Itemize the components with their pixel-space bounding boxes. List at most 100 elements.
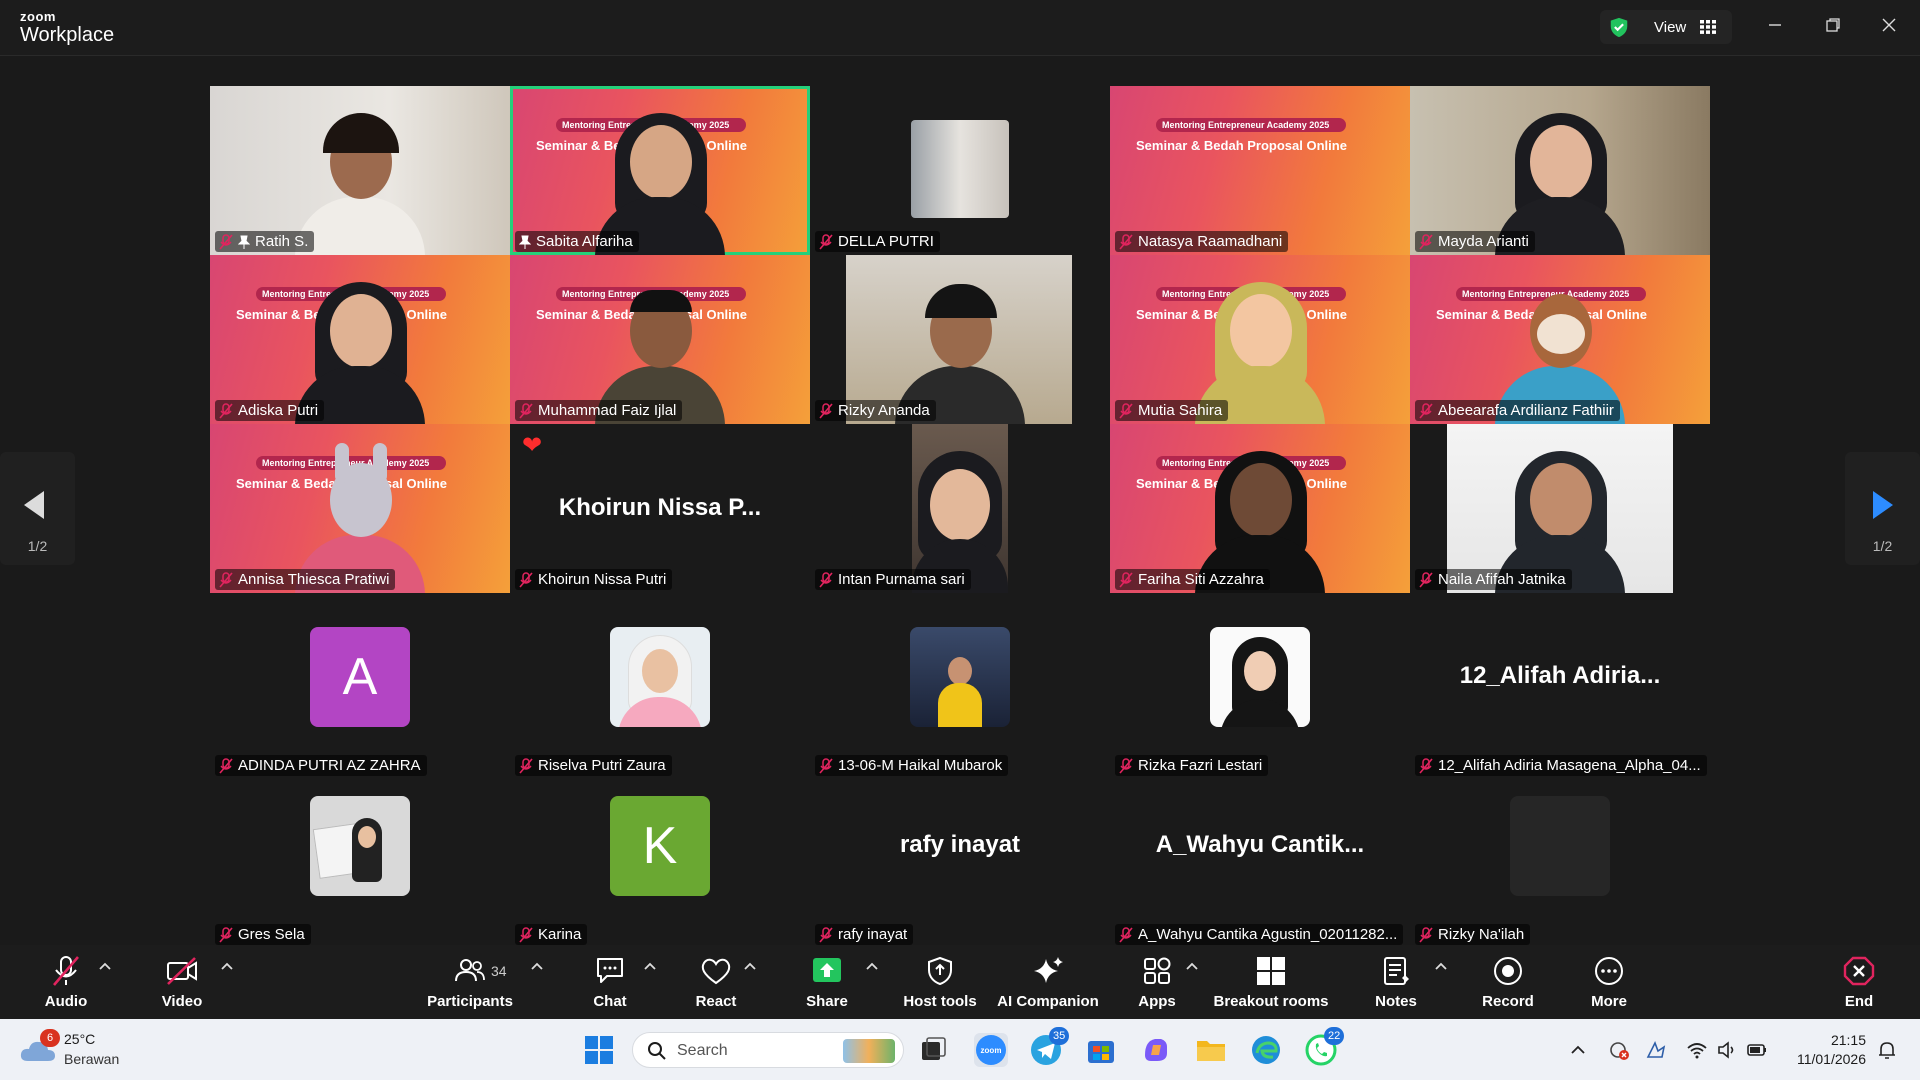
participant-name: Fariha Siti Azzahra xyxy=(1138,571,1264,588)
participant-name: Rizky Na'ilah xyxy=(1438,926,1525,943)
next-page-button[interactable]: 1/2 xyxy=(1845,452,1920,565)
ai-companion-button[interactable]: AI Companion xyxy=(993,955,1103,1015)
close-button[interactable] xyxy=(1876,14,1902,40)
taskbar-file-explorer[interactable] xyxy=(1194,1033,1228,1067)
volume-icon[interactable] xyxy=(1716,1039,1738,1061)
end-call-icon xyxy=(1843,956,1875,986)
participant-name: Ratih S. xyxy=(255,233,309,250)
video-tile[interactable]: Gres Sela xyxy=(210,779,510,948)
video-tile[interactable]: A_Wahyu Cantik... A_Wahyu Cantika Agusti… xyxy=(1110,779,1410,948)
mic-muted-icon xyxy=(819,402,833,419)
video-tile[interactable]: K Karina xyxy=(510,779,810,948)
ai-companion-label: AI Companion xyxy=(997,993,1099,1010)
notification-bell-icon[interactable] xyxy=(1876,1039,1898,1061)
video-options-caret-icon[interactable] xyxy=(220,961,234,971)
react-button[interactable]: React xyxy=(686,955,746,1015)
video-tile[interactable]: ❤ Khoirun Nissa P... Khoirun Nissa Putri xyxy=(510,424,810,593)
mic-muted-icon xyxy=(1119,402,1133,419)
no-network-icon[interactable] xyxy=(1608,1039,1630,1061)
end-meeting-button[interactable]: End xyxy=(1829,955,1889,1015)
breakout-rooms-button[interactable]: Breakout rooms xyxy=(1210,955,1332,1015)
participant-name: Natasya Raamadhani xyxy=(1138,233,1283,250)
share-options-caret-icon[interactable] xyxy=(865,961,879,971)
search-highlight-image xyxy=(843,1039,895,1063)
shield-check-icon xyxy=(1610,17,1628,38)
task-view-button[interactable] xyxy=(916,1033,950,1067)
video-tile[interactable]: Mentoring Entrepreneur Academy 2025Semin… xyxy=(210,255,510,424)
battery-icon[interactable] xyxy=(1746,1039,1768,1061)
participants-options-caret-icon[interactable] xyxy=(530,961,544,971)
wifi-icon[interactable] xyxy=(1686,1039,1708,1061)
mic-muted-icon xyxy=(219,402,233,419)
windows-logo-icon xyxy=(585,1036,613,1064)
taskbar-telegram-app[interactable]: 35 xyxy=(1029,1027,1070,1067)
copilot-icon xyxy=(1145,1039,1167,1061)
store-icon xyxy=(1088,1041,1114,1063)
whatsapp-unread-badge: 22 xyxy=(1324,1027,1345,1045)
more-label: More xyxy=(1591,993,1627,1010)
participant-name-tag: 13-06-M Haikal Mubarok xyxy=(815,755,1009,776)
taskbar-whatsapp-app[interactable]: 22 xyxy=(1304,1027,1345,1067)
shield-icon xyxy=(928,956,952,986)
video-tile[interactable]: rafy inayat rafy inayat xyxy=(810,779,1110,948)
previous-page-button[interactable]: 1/2 xyxy=(0,452,75,565)
video-tile[interactable]: Mentoring Entrepreneur Academy 2025Semin… xyxy=(1110,86,1410,255)
temperature: 25°C xyxy=(64,1031,96,1047)
share-button[interactable]: Share xyxy=(797,955,857,1015)
video-tile[interactable]: Mentoring Entrepreneur Academy 2025Semin… xyxy=(1410,255,1710,424)
restore-button[interactable] xyxy=(1820,14,1846,40)
notes-button[interactable]: Notes xyxy=(1366,955,1426,1015)
video-tile[interactable]: Mayda Arianti xyxy=(1410,86,1710,255)
video-tile[interactable]: Naila Afifah Jatnika xyxy=(1410,424,1710,593)
audio-options-caret-icon[interactable] xyxy=(98,961,112,971)
video-tile[interactable]: 13-06-M Haikal Mubarok xyxy=(810,610,1110,779)
windows-taskbar: 6 25°C Berawan Search zoom 35 22 21:15 1… xyxy=(0,1019,1920,1080)
react-options-caret-icon[interactable] xyxy=(743,961,757,971)
taskbar-store-app[interactable] xyxy=(1084,1033,1118,1067)
video-tile[interactable]: Mentoring Entrepreneur Academy 2025Semin… xyxy=(1110,255,1410,424)
breakout-rooms-label: Breakout rooms xyxy=(1213,993,1329,1010)
video-tile[interactable]: Rizka Fazri Lestari xyxy=(1110,610,1410,779)
audio-button[interactable]: Audio xyxy=(36,955,96,1015)
system-clock[interactable]: 21:15 11/01/2026 xyxy=(1786,1031,1866,1069)
video-tile[interactable]: 12_Alifah Adiria... 12_Alifah Adiria Mas… xyxy=(1410,610,1710,779)
video-button[interactable]: Video xyxy=(152,955,212,1015)
video-tile[interactable]: DELLA PUTRI xyxy=(810,86,1110,255)
mic-muted-icon xyxy=(519,402,533,419)
record-button[interactable]: Record xyxy=(1478,955,1538,1015)
minimize-button[interactable] xyxy=(1762,14,1788,40)
video-tile[interactable]: Ratih S. xyxy=(210,86,510,255)
vpn-icon[interactable] xyxy=(1645,1039,1667,1061)
chevron-up-icon[interactable] xyxy=(1567,1039,1589,1061)
share-screen-icon xyxy=(813,958,841,982)
video-tile-active-speaker[interactable]: Mentoring Entrepreneur Academy 2025Semin… xyxy=(510,86,810,255)
taskbar-edge-browser[interactable] xyxy=(1249,1033,1283,1067)
participant-name-tag: Ratih S. xyxy=(215,231,315,252)
participant-video xyxy=(911,120,1009,218)
apps-button[interactable]: Apps xyxy=(1127,955,1187,1015)
taskbar-copilot-app[interactable] xyxy=(1139,1033,1173,1067)
video-tile[interactable]: Mentoring Entrepreneur Academy 2025Semin… xyxy=(510,255,810,424)
start-button[interactable] xyxy=(582,1033,616,1067)
mic-muted-icon xyxy=(1419,402,1433,419)
video-tile[interactable]: Rizky Na'ilah xyxy=(1410,779,1710,948)
video-tile[interactable]: Mentoring Entrepreneur Academy 2025Semin… xyxy=(210,424,510,593)
weather-alert-badge: 6 xyxy=(40,1029,60,1047)
view-button[interactable]: View xyxy=(1600,10,1732,44)
participant-name-tag: Natasya Raamadhani xyxy=(1115,231,1289,252)
video-tile[interactable]: Intan Purnama sari xyxy=(810,424,1110,593)
video-tile[interactable]: Riselva Putri Zaura xyxy=(510,610,810,779)
notes-options-caret-icon[interactable] xyxy=(1434,961,1448,971)
chat-button[interactable]: Chat xyxy=(580,955,640,1015)
video-tile[interactable]: Rizky Ananda xyxy=(810,255,1110,424)
host-tools-button[interactable]: Host tools xyxy=(899,955,981,1015)
chat-options-caret-icon[interactable] xyxy=(643,961,657,971)
participant-name: Rizka Fazri Lestari xyxy=(1138,757,1263,774)
video-tile[interactable]: Mentoring Entrepreneur Academy 2025Semin… xyxy=(1110,424,1410,593)
apps-options-caret-icon[interactable] xyxy=(1185,961,1199,971)
taskbar-search-box[interactable]: Search xyxy=(632,1032,904,1068)
video-tile[interactable]: A ADINDA PUTRI AZ ZAHRA xyxy=(210,610,510,779)
taskbar-zoom-app[interactable]: zoom xyxy=(974,1033,1008,1067)
more-button[interactable]: More xyxy=(1579,955,1639,1015)
participant-name: Annisa Thiesca Pratiwi xyxy=(238,571,390,588)
